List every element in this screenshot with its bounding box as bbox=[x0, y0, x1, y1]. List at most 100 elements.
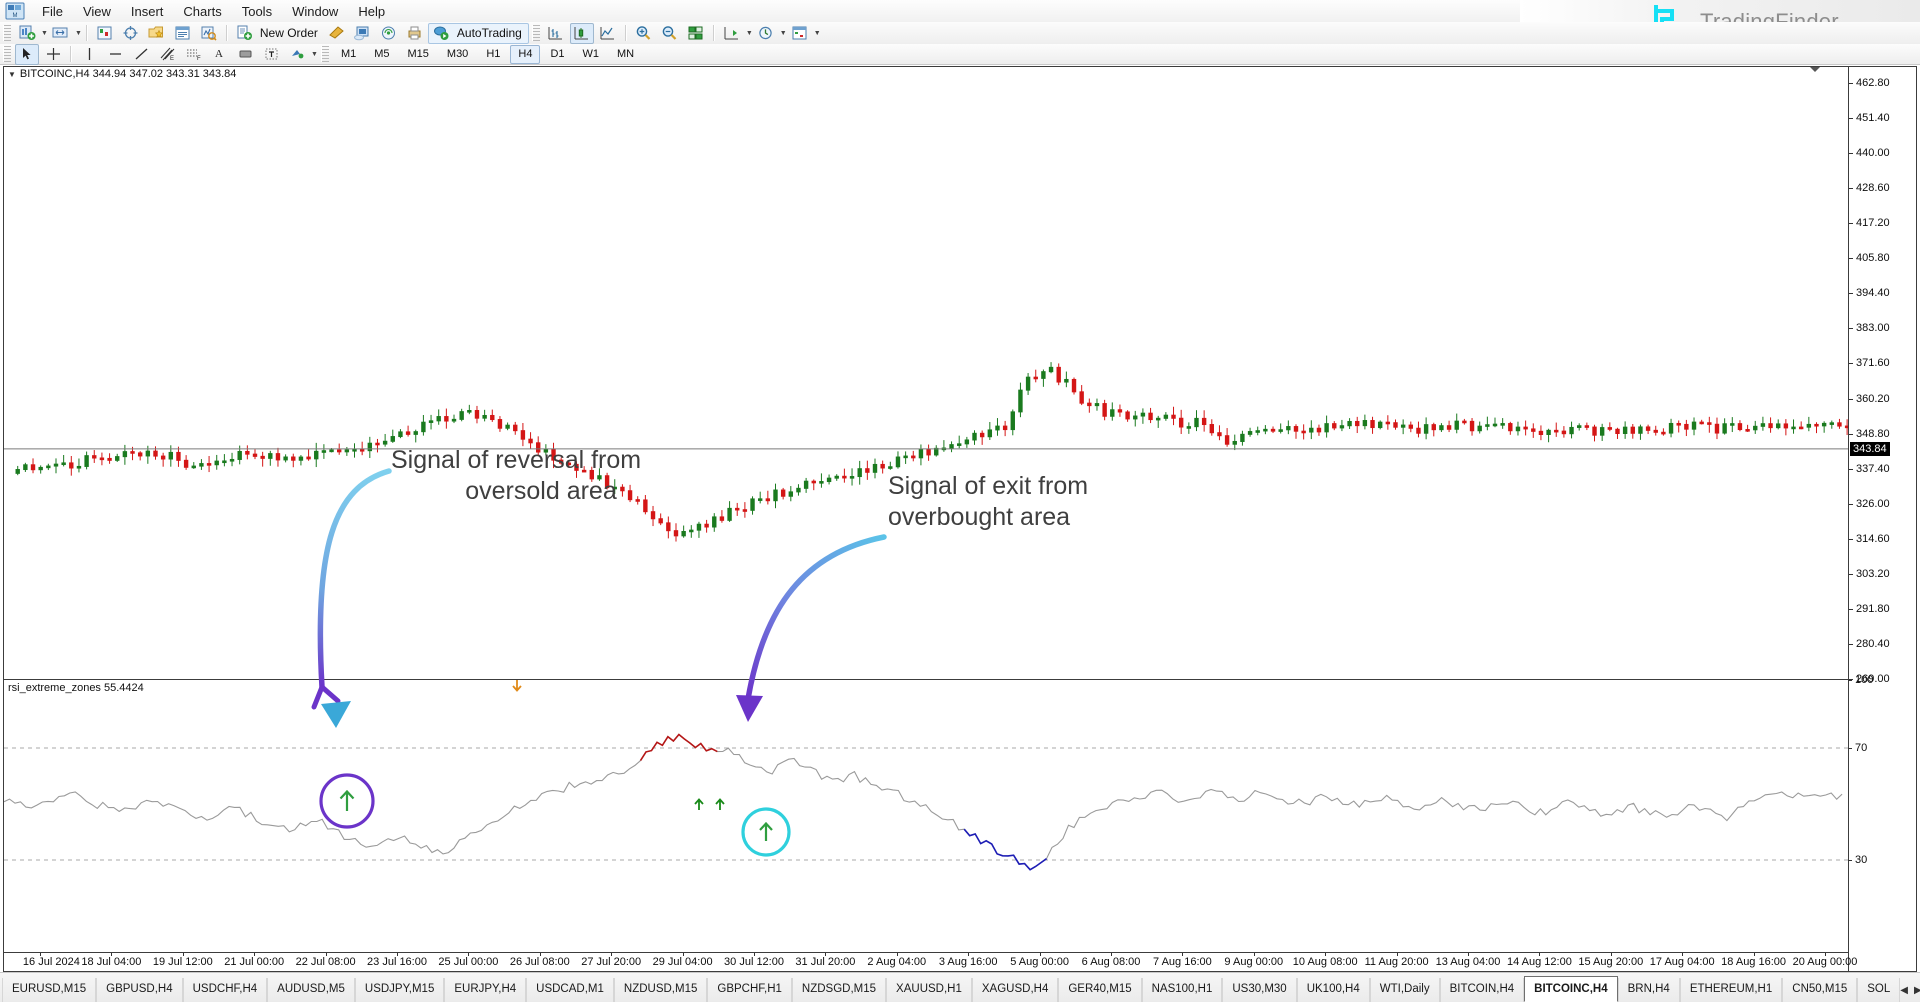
data-window-icon[interactable] bbox=[171, 23, 195, 44]
time-axis[interactable]: 16 Jul 202418 Jul 04:0019 Jul 12:0021 Ju… bbox=[4, 952, 1849, 971]
candle-body bbox=[1241, 434, 1244, 441]
signals-icon[interactable] bbox=[377, 23, 401, 44]
timeframe-m30[interactable]: M30 bbox=[439, 45, 476, 64]
crosshair-icon[interactable] bbox=[41, 44, 65, 65]
candle-body bbox=[161, 456, 164, 459]
chart-tab[interactable]: UK100,H4 bbox=[1297, 978, 1370, 1002]
chart-tab[interactable]: XAUUSD,H1 bbox=[886, 978, 972, 1002]
timeframe-m5[interactable]: M5 bbox=[366, 45, 397, 64]
favorites-icon[interactable] bbox=[145, 23, 169, 44]
menu-item-window[interactable]: Window bbox=[283, 2, 347, 21]
auto-scroll-icon[interactable] bbox=[720, 23, 744, 44]
menu-item-charts[interactable]: Charts bbox=[174, 2, 230, 21]
chart-tab[interactable]: GBPCHF,H1 bbox=[707, 978, 792, 1002]
timeframe-m1[interactable]: M1 bbox=[333, 45, 364, 64]
scroll-left-icon[interactable]: ◀ bbox=[1900, 985, 1908, 996]
line-chart-icon[interactable] bbox=[596, 23, 620, 44]
chart-tab[interactable]: CN50,M15 bbox=[1782, 978, 1857, 1002]
toolbar-grip-2[interactable] bbox=[532, 25, 540, 41]
new-chart-dropdown[interactable]: ▼ bbox=[41, 30, 48, 37]
price-chart-canvas[interactable] bbox=[4, 83, 1849, 679]
chart-tab[interactable]: GBPUSD,H4 bbox=[96, 978, 182, 1002]
equidistant-channel-icon[interactable]: E bbox=[155, 44, 179, 65]
menu-item-tools[interactable]: Tools bbox=[233, 2, 281, 21]
oversold-signal-arrow bbox=[341, 792, 354, 812]
text-label-icon[interactable] bbox=[259, 44, 283, 65]
toolbar-grip[interactable] bbox=[3, 25, 11, 41]
menu-item-file[interactable]: File bbox=[33, 2, 72, 21]
cursor-icon[interactable] bbox=[15, 44, 39, 65]
candle-body bbox=[1555, 430, 1558, 432]
zoom-out-icon[interactable] bbox=[658, 23, 682, 44]
new-order-button[interactable]: New Order bbox=[258, 26, 324, 40]
text-icon[interactable]: A bbox=[207, 44, 231, 65]
chart-tab[interactable]: AUDUSD,M5 bbox=[267, 978, 355, 1002]
bar-chart-icon[interactable] bbox=[544, 23, 568, 44]
toolbar-grip-4[interactable] bbox=[321, 46, 329, 62]
metaeditor-icon[interactable] bbox=[325, 23, 349, 44]
chart-tab[interactable]: ETHEREUM,H1 bbox=[1680, 978, 1782, 1002]
timeframe-w1[interactable]: W1 bbox=[575, 45, 608, 64]
chart-tab[interactable]: USDJPY,M15 bbox=[355, 978, 444, 1002]
shapes-dropdown[interactable]: ▼ bbox=[311, 51, 318, 58]
profiles-icon[interactable] bbox=[49, 23, 73, 44]
timeframe-mn[interactable]: MN bbox=[609, 45, 642, 64]
print-icon[interactable] bbox=[403, 23, 427, 44]
chart-tab[interactable]: BITCOIN,H4 bbox=[1440, 978, 1525, 1002]
candlestick-chart-icon[interactable] bbox=[570, 23, 594, 44]
zoom-in-icon[interactable] bbox=[632, 23, 656, 44]
indicators-icon[interactable] bbox=[754, 23, 778, 44]
chart-tab[interactable]: EURJPY,H4 bbox=[444, 978, 526, 1002]
chart-tab[interactable]: BRN,H4 bbox=[1618, 978, 1680, 1002]
horizontal-line-icon[interactable] bbox=[103, 44, 127, 65]
candle-body bbox=[935, 448, 938, 455]
scroll-right-icon[interactable]: ▶ bbox=[1914, 985, 1920, 996]
chart-tab[interactable]: NZDSGD,M15 bbox=[792, 978, 886, 1002]
chart-tab[interactable]: BITCOINC,H4 bbox=[1524, 976, 1617, 1002]
indicators-dropdown[interactable]: ▼ bbox=[780, 30, 787, 37]
rsi-indicator-canvas[interactable] bbox=[4, 680, 1849, 953]
chart-tab[interactable]: EURUSD,M15 bbox=[2, 978, 96, 1002]
new-order-icon[interactable] bbox=[233, 23, 257, 44]
strategy-tester-icon[interactable] bbox=[197, 23, 221, 44]
candle-body bbox=[1179, 418, 1182, 427]
auto-scroll-dropdown[interactable]: ▼ bbox=[746, 30, 753, 37]
chart-tab[interactable]: NZDUSD,M15 bbox=[614, 978, 707, 1002]
timeframe-h1[interactable]: H1 bbox=[478, 45, 508, 64]
chart-tab[interactable]: USDCHF,H4 bbox=[183, 978, 268, 1002]
periods-dropdown[interactable]: ▼ bbox=[814, 30, 821, 37]
candle-body bbox=[437, 417, 440, 421]
price-axis[interactable]: 462.80451.40440.00428.60417.20405.80394.… bbox=[1848, 67, 1916, 971]
tile-windows-icon[interactable] bbox=[684, 23, 708, 44]
vertical-line-icon[interactable] bbox=[77, 44, 101, 65]
chart-tab[interactable]: WTI,Daily bbox=[1370, 978, 1440, 1002]
chart-header-collapse-icon[interactable]: ▼ bbox=[8, 70, 16, 79]
navigator-icon[interactable] bbox=[119, 23, 143, 44]
trendline-icon[interactable] bbox=[129, 44, 153, 65]
profiles-dropdown[interactable]: ▼ bbox=[75, 30, 82, 37]
timeframe-m15[interactable]: M15 bbox=[400, 45, 437, 64]
menu-item-view[interactable]: View bbox=[74, 2, 120, 21]
toolbar-grip-3[interactable] bbox=[3, 46, 11, 62]
menu-item-insert[interactable]: Insert bbox=[122, 2, 173, 21]
chart-tab[interactable]: US30,M30 bbox=[1222, 978, 1296, 1002]
autotrading-button[interactable]: AutoTrading bbox=[428, 23, 529, 44]
market-watch-icon[interactable] bbox=[93, 23, 117, 44]
fibonacci-retracement-icon[interactable]: F bbox=[181, 44, 205, 65]
shapes-icon[interactable] bbox=[285, 44, 309, 65]
price-tick: 440.00 bbox=[1849, 147, 1890, 159]
periods-icon[interactable] bbox=[788, 23, 812, 44]
menu-item-help[interactable]: Help bbox=[349, 2, 394, 21]
chart-tab[interactable]: GER40,M15 bbox=[1058, 978, 1141, 1002]
timeframe-d1[interactable]: D1 bbox=[542, 45, 572, 64]
chart-tab[interactable]: XAGUSD,H4 bbox=[972, 978, 1058, 1002]
chart-window[interactable]: ▼ BITCOINC,H4 344.94 347.02 343.31 343.8… bbox=[3, 66, 1917, 972]
new-chart-icon[interactable] bbox=[15, 23, 39, 44]
timeframe-h4[interactable]: H4 bbox=[510, 45, 540, 64]
chart-pane-nub[interactable] bbox=[1810, 67, 1820, 72]
chart-tab[interactable]: USDCAD,M1 bbox=[526, 978, 614, 1002]
chart-tab[interactable]: SOL bbox=[1857, 978, 1900, 1002]
chart-tab[interactable]: NAS100,H1 bbox=[1142, 978, 1223, 1002]
mql5-community-icon[interactable] bbox=[351, 23, 375, 44]
rectangle-icon[interactable] bbox=[233, 44, 257, 65]
